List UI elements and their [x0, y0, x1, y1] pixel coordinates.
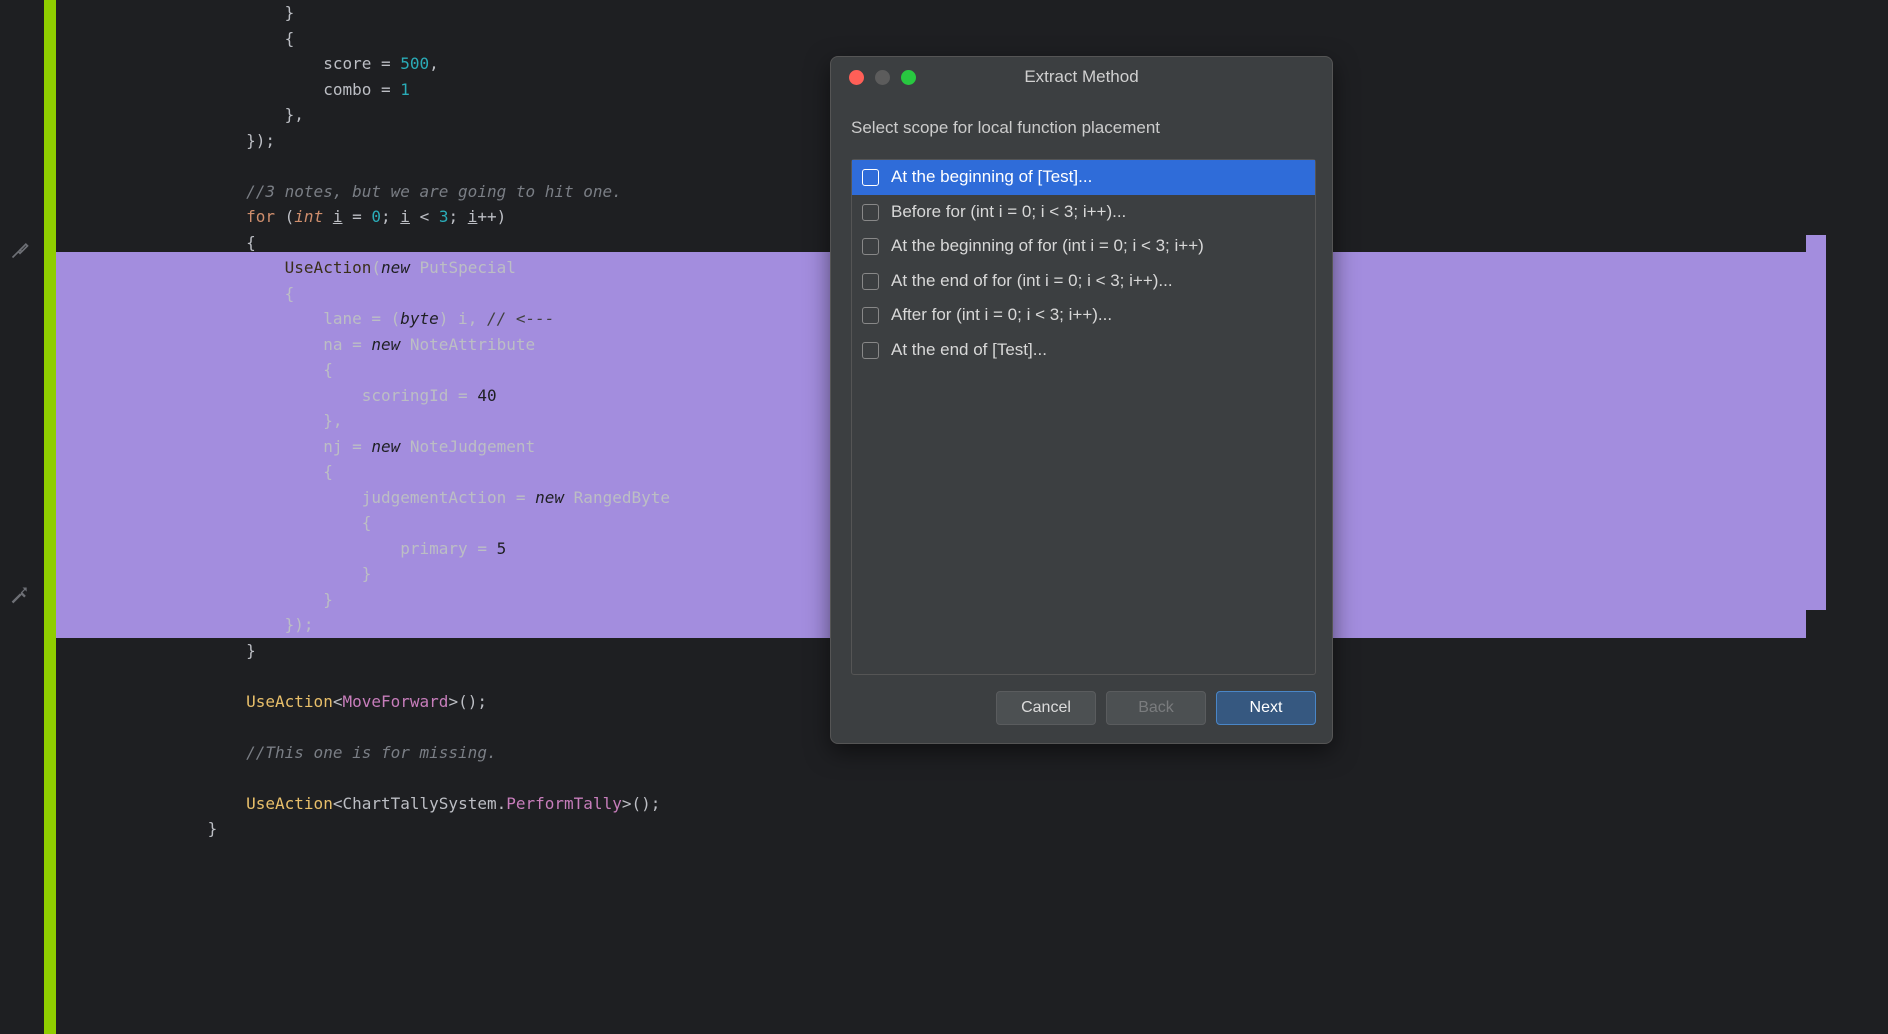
code-line[interactable]: [92, 765, 1806, 791]
scope-option[interactable]: At the beginning of [Test]...: [852, 160, 1315, 195]
option-label: At the end of [Test]...: [891, 337, 1047, 363]
dialog-body: Select scope for local function placemen…: [831, 97, 1332, 675]
scope-options-list[interactable]: At the beginning of [Test]... Before for …: [851, 159, 1316, 675]
option-label: At the beginning of [Test]...: [891, 164, 1092, 190]
option-label: Before for (int i = 0; i < 3; i++)...: [891, 199, 1126, 225]
brush-icon[interactable]: [10, 240, 30, 260]
left-gutter: [0, 0, 44, 1034]
option-label: After for (int i = 0; i < 3; i++)...: [891, 302, 1112, 328]
code-line[interactable]: }: [92, 816, 1806, 842]
checkbox-icon[interactable]: [862, 342, 879, 359]
back-button: Back: [1106, 691, 1206, 725]
dialog-instruction: Select scope for local function placemen…: [851, 115, 1316, 141]
marker-selection: [1806, 235, 1826, 610]
checkbox-icon[interactable]: [862, 307, 879, 324]
option-label: At the beginning of for (int i = 0; i < …: [891, 233, 1204, 259]
code-line[interactable]: }: [92, 0, 1806, 26]
maximize-icon[interactable]: [901, 70, 916, 85]
traffic-lights: [831, 70, 916, 85]
hammer-icon[interactable]: [10, 585, 30, 605]
scope-option[interactable]: At the end of [Test]...: [852, 333, 1315, 368]
right-markers: [1806, 0, 1826, 1034]
close-icon[interactable]: [849, 70, 864, 85]
code-line[interactable]: UseAction<ChartTallySystem.PerformTally>…: [92, 791, 1806, 817]
code-line[interactable]: {: [92, 26, 1806, 52]
option-label: At the end of for (int i = 0; i < 3; i++…: [891, 268, 1173, 294]
checkbox-icon[interactable]: [862, 273, 879, 290]
minimize-icon: [875, 70, 890, 85]
scope-option[interactable]: At the end of for (int i = 0; i < 3; i++…: [852, 264, 1315, 299]
checkbox-icon[interactable]: [862, 238, 879, 255]
vcs-change-bar: [44, 0, 56, 1034]
scope-option[interactable]: Before for (int i = 0; i < 3; i++)...: [852, 195, 1315, 230]
right-spacer: [1826, 0, 1888, 1034]
checkbox-icon[interactable]: [862, 169, 879, 186]
dialog-footer: Cancel Back Next: [831, 675, 1332, 743]
cancel-button[interactable]: Cancel: [996, 691, 1096, 725]
dialog-titlebar[interactable]: Extract Method: [831, 57, 1332, 97]
scope-option[interactable]: After for (int i = 0; i < 3; i++)...: [852, 298, 1315, 333]
extract-method-dialog: Extract Method Select scope for local fu…: [830, 56, 1333, 744]
next-button[interactable]: Next: [1216, 691, 1316, 725]
checkbox-icon[interactable]: [862, 204, 879, 221]
scope-option[interactable]: At the beginning of for (int i = 0; i < …: [852, 229, 1315, 264]
